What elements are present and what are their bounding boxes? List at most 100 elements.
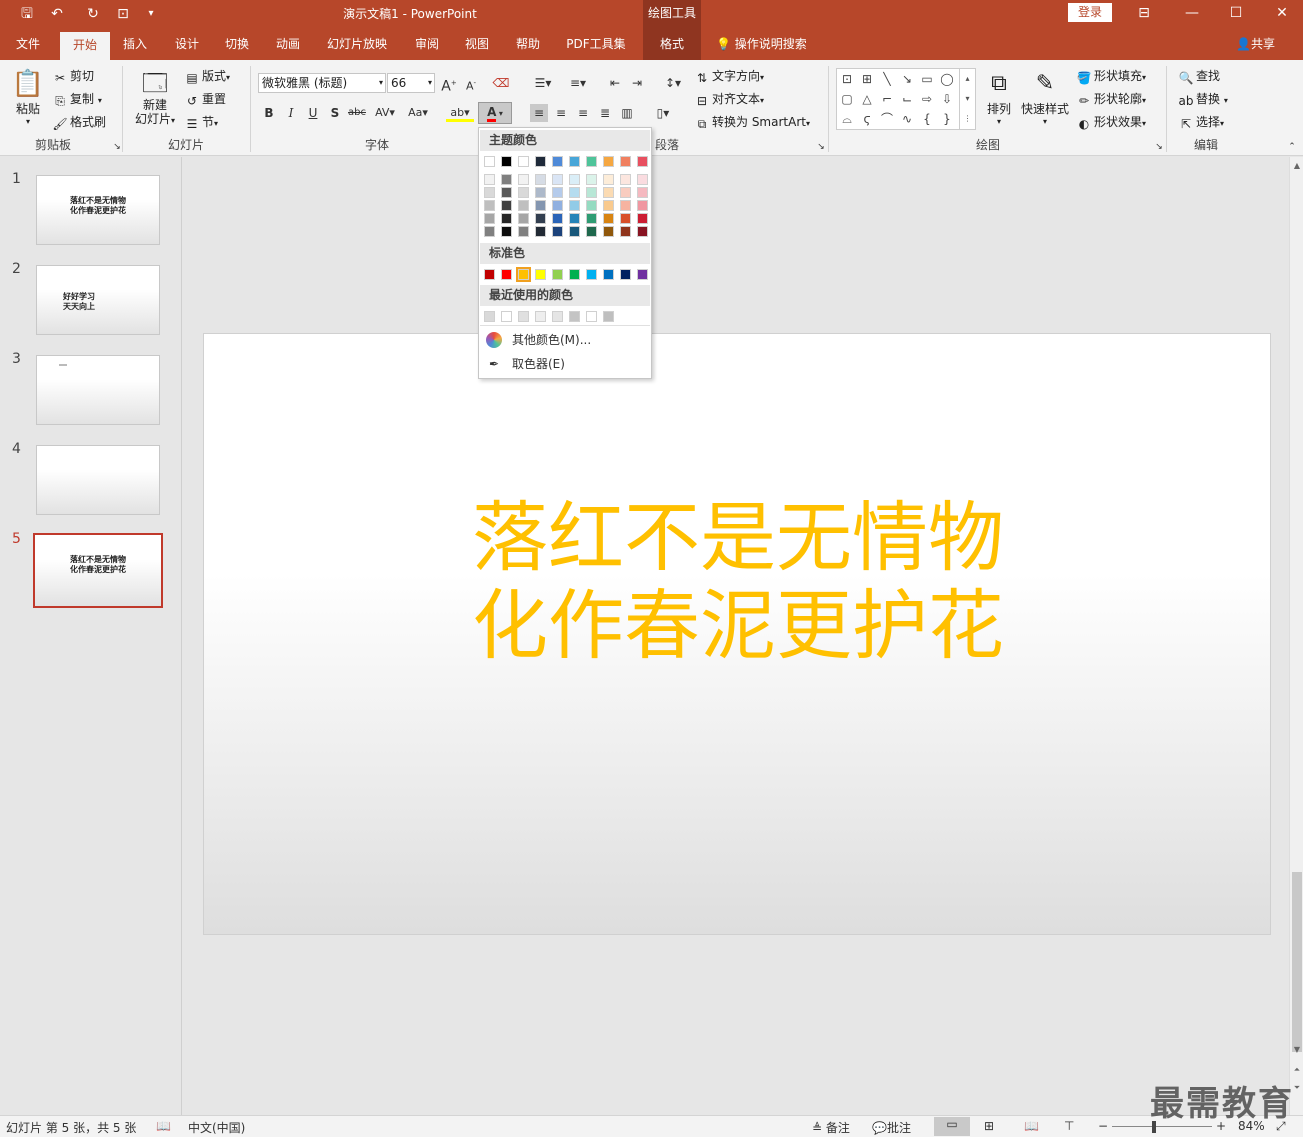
theme-shade-swatch[interactable] bbox=[569, 200, 580, 211]
tell-me-search[interactable]: 💡 操作说明搜索 bbox=[716, 28, 807, 60]
theme-shade-swatch[interactable] bbox=[535, 200, 546, 211]
standard-color-swatch[interactable] bbox=[569, 269, 580, 280]
theme-shade-swatch[interactable] bbox=[637, 213, 648, 224]
theme-shade-swatch[interactable] bbox=[552, 213, 563, 224]
recent-color-swatch[interactable] bbox=[569, 311, 580, 322]
notes-button[interactable]: ≜ 备注 bbox=[812, 1119, 850, 1136]
standard-color-swatch[interactable] bbox=[586, 269, 597, 280]
tab-pdf-tools[interactable]: PDF工具集 bbox=[558, 28, 634, 60]
theme-shade-swatch[interactable] bbox=[484, 200, 495, 211]
tab-home[interactable]: 开始 bbox=[60, 32, 110, 60]
theme-shade-swatch[interactable] bbox=[501, 213, 512, 224]
theme-shade-swatch[interactable] bbox=[603, 226, 614, 237]
align-text-button[interactable]: ⊟ 对齐文本▾ bbox=[694, 90, 764, 108]
theme-color-swatch[interactable] bbox=[518, 156, 529, 167]
theme-shade-swatch[interactable] bbox=[484, 174, 495, 185]
theme-shade-swatch[interactable] bbox=[518, 213, 529, 224]
shape-effects-button[interactable]: ◐ 形状效果▾ bbox=[1076, 113, 1146, 131]
recent-color-swatch[interactable] bbox=[484, 311, 495, 322]
theme-color-swatch[interactable] bbox=[569, 156, 580, 167]
textbox-shape-icon[interactable]: ⊡ bbox=[839, 71, 855, 87]
text-direction-button[interactable]: ⇅ 文字方向▾ bbox=[694, 67, 764, 85]
tab-animations[interactable]: 动画 bbox=[265, 28, 311, 60]
theme-shade-swatch[interactable] bbox=[603, 174, 614, 185]
decrease-font-icon[interactable]: A- bbox=[462, 74, 480, 93]
select-button[interactable]: ⇱ 选择▾ bbox=[1178, 113, 1224, 131]
dialog-launcher-icon[interactable]: ↘ bbox=[108, 138, 126, 156]
format-painter-button[interactable]: 🖌 格式刷 bbox=[52, 113, 106, 131]
new-slide-button[interactable]: 🗔 新建 幻灯片▾ bbox=[132, 68, 178, 128]
theme-shade-swatch[interactable] bbox=[518, 226, 529, 237]
eyedropper-item[interactable]: ✒ 取色器(E) bbox=[480, 353, 650, 375]
strikethrough-icon[interactable]: abc bbox=[348, 104, 366, 122]
right-brace-shape-icon[interactable]: } bbox=[939, 111, 955, 127]
theme-shade-swatch[interactable] bbox=[569, 187, 580, 198]
theme-shade-swatch[interactable] bbox=[603, 187, 614, 198]
theme-shade-swatch[interactable] bbox=[518, 200, 529, 211]
ribbon-display-icon[interactable]: ⊟ bbox=[1124, 2, 1164, 24]
align-right-icon[interactable]: ≡ bbox=[574, 104, 592, 122]
wave-shape-icon[interactable]: ∿ bbox=[899, 111, 915, 127]
copy-button[interactable]: ⎘ 复制 ▾ bbox=[52, 90, 102, 108]
columns-icon[interactable]: ▯▾ bbox=[650, 104, 676, 122]
scroll-up-icon[interactable]: ▲ bbox=[1290, 159, 1303, 173]
tab-review[interactable]: 审阅 bbox=[404, 28, 450, 60]
theme-shade-swatch[interactable] bbox=[586, 213, 597, 224]
language-status[interactable]: 中文(中国) bbox=[188, 1119, 245, 1136]
theme-shade-swatch[interactable] bbox=[484, 187, 495, 198]
normal-view-icon[interactable]: ▭ bbox=[934, 1117, 970, 1136]
theme-shade-swatch[interactable] bbox=[552, 187, 563, 198]
shadow-icon[interactable]: S bbox=[326, 104, 344, 122]
line-shape-icon[interactable]: ╲ bbox=[879, 71, 895, 87]
start-from-beginning-icon[interactable]: ⊡ bbox=[112, 4, 134, 24]
theme-shade-swatch[interactable] bbox=[620, 213, 631, 224]
arrow-line-shape-icon[interactable]: ↘ bbox=[899, 71, 915, 87]
theme-color-swatch[interactable] bbox=[586, 156, 597, 167]
zoom-out-icon[interactable]: − bbox=[1098, 1119, 1108, 1133]
theme-shade-swatch[interactable] bbox=[620, 200, 631, 211]
previous-slide-icon[interactable]: ⏶ bbox=[1290, 1063, 1303, 1077]
theme-shade-swatch[interactable] bbox=[501, 187, 512, 198]
theme-shade-swatch[interactable] bbox=[569, 174, 580, 185]
theme-shade-swatch[interactable] bbox=[552, 200, 563, 211]
find-button[interactable]: 🔍 查找 bbox=[1178, 67, 1221, 85]
theme-shade-swatch[interactable] bbox=[637, 187, 648, 198]
theme-shade-swatch[interactable] bbox=[501, 200, 512, 211]
highlight-icon[interactable]: ab▾ bbox=[446, 104, 474, 122]
login-button[interactable]: 登录 bbox=[1068, 3, 1112, 22]
slide-thumbnail-3[interactable] bbox=[36, 355, 160, 425]
replace-button[interactable]: ab 替换 ▾ bbox=[1178, 90, 1228, 108]
theme-color-swatch[interactable] bbox=[637, 156, 648, 167]
font-color-button[interactable]: A ▾ bbox=[478, 102, 512, 124]
redo-icon[interactable]: ↻ bbox=[82, 4, 104, 24]
theme-shade-swatch[interactable] bbox=[603, 200, 614, 211]
theme-shade-swatch[interactable] bbox=[535, 226, 546, 237]
paste-button[interactable]: 📋 粘贴 ▾ bbox=[10, 68, 46, 126]
cut-button[interactable]: ✂ 剪切 bbox=[52, 67, 94, 85]
theme-shade-swatch[interactable] bbox=[484, 213, 495, 224]
recent-color-swatch[interactable] bbox=[552, 311, 563, 322]
slideshow-icon[interactable]: ⊤ bbox=[1064, 1119, 1074, 1133]
standard-color-swatch[interactable] bbox=[637, 269, 648, 280]
minimize-icon[interactable]: — bbox=[1172, 2, 1212, 24]
character-spacing-icon[interactable]: AV▾ bbox=[372, 104, 398, 122]
theme-shade-swatch[interactable] bbox=[620, 187, 631, 198]
line-spacing-icon[interactable]: ↕▾ bbox=[660, 74, 686, 92]
arrange-button[interactable]: ⧉ 排列 ▾ bbox=[982, 68, 1016, 126]
standard-color-swatch[interactable] bbox=[535, 269, 546, 280]
collapse-ribbon-icon[interactable]: ⌃ bbox=[1283, 138, 1301, 156]
theme-color-swatch[interactable] bbox=[552, 156, 563, 167]
quick-styles-button[interactable]: ✎ 快速样式 ▾ bbox=[1020, 68, 1070, 126]
scroll-down-icon[interactable]: ▼ bbox=[1290, 1043, 1303, 1057]
theme-shade-swatch[interactable] bbox=[501, 174, 512, 185]
recent-color-swatch[interactable] bbox=[518, 311, 529, 322]
tab-help[interactable]: 帮助 bbox=[505, 28, 551, 60]
italic-icon[interactable]: I bbox=[282, 104, 300, 122]
justify-icon[interactable]: ≣ bbox=[596, 104, 614, 122]
tab-design[interactable]: 设计 bbox=[164, 28, 210, 60]
theme-shade-swatch[interactable] bbox=[603, 213, 614, 224]
bold-icon[interactable]: B bbox=[260, 104, 278, 122]
scrollbar-thumb[interactable] bbox=[1292, 872, 1302, 1052]
tab-format[interactable]: 格式 bbox=[643, 28, 701, 60]
right-arrow-shape-icon[interactable]: ⇨ bbox=[919, 91, 935, 107]
